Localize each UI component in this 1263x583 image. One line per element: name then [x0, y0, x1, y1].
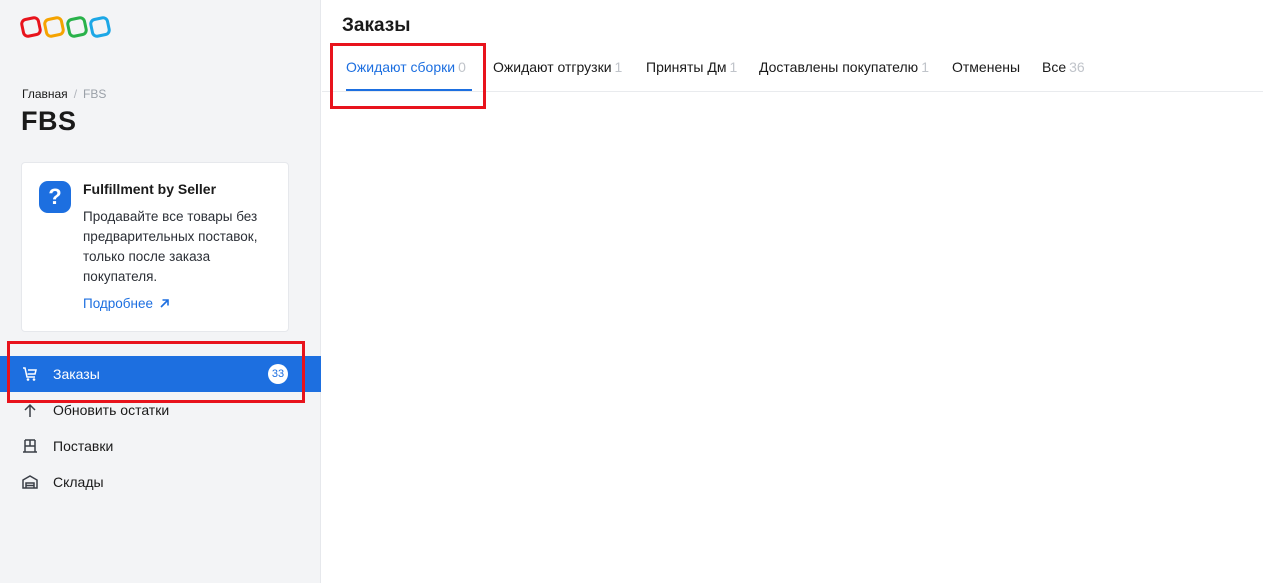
sidebar-item-update-stock[interactable]: Обновить остатки [0, 392, 321, 428]
question-icon: ? [39, 181, 71, 213]
tab-label: Ожидают сборки [346, 59, 456, 75]
logo-square-blue [88, 15, 112, 39]
breadcrumb: Главная / FBS [22, 87, 106, 101]
main-title: Заказы [342, 15, 411, 36]
breadcrumb-separator: / [73, 87, 78, 101]
tab-label: Ожидают отгрузки [493, 59, 612, 75]
tab-awaiting-assembly[interactable]: Ожидают сборки 0 [346, 59, 466, 75]
info-card: ? Fulfillment by Seller Продавайте все т… [21, 162, 289, 332]
sidebar: Главная / FBS FBS ? Fulfillment by Selle… [0, 0, 321, 583]
tab-label: Приняты Дм [646, 59, 727, 75]
breadcrumb-current: FBS [83, 87, 107, 101]
sidebar-item-supplies[interactable]: Поставки [0, 428, 321, 464]
active-tab-indicator [346, 89, 472, 91]
sidebar-item-label: Заказы [53, 366, 100, 382]
tab-count: 1 [729, 59, 738, 75]
sidebar-item-label: Обновить остатки [53, 402, 170, 418]
info-card-title: Fulfillment by Seller [83, 181, 217, 197]
shelf-icon [21, 437, 39, 455]
info-card-text: Продавайте все товары без предварительны… [83, 209, 258, 284]
logo-square-yellow [42, 15, 66, 39]
tab-delivered[interactable]: Доставлены покупателю 1 [759, 59, 929, 75]
tab-label: Доставлены покупателю [759, 59, 919, 75]
sidebar-item-warehouses[interactable]: Склады [0, 464, 321, 500]
tab-count: 36 [1069, 59, 1085, 75]
app: Главная / FBS FBS ? Fulfillment by Selle… [0, 0, 1263, 583]
page-title: FBS [21, 106, 77, 136]
logo-square-green [65, 15, 89, 39]
sidebar-item-label: Поставки [53, 438, 114, 454]
orders-count-badge: 33 [268, 364, 288, 384]
sidebar-item-label: Склады [53, 474, 104, 490]
cart-icon [21, 365, 39, 383]
sidebar-nav: Заказы 33 Обновить остатки Поставки Скла… [0, 356, 321, 500]
tab-accepted[interactable]: Приняты Дм 1 [646, 59, 737, 75]
logo-square-red [19, 15, 43, 39]
tab-count: 1 [614, 59, 623, 75]
order-status-tabs: Ожидают сборки 0 Ожидают отгрузки 1 Принят… [322, 54, 1263, 92]
tab-label: Отменены [952, 59, 1021, 75]
warehouse-icon [21, 473, 39, 491]
tab-cancelled[interactable]: Отменены [952, 59, 1023, 75]
breadcrumb-home[interactable]: Главная [22, 87, 68, 101]
arrow-up-right-icon [160, 299, 169, 308]
tab-count: 1 [921, 59, 929, 75]
tab-count: 0 [458, 59, 466, 75]
arrow-up-icon [21, 401, 39, 419]
tab-label: Все [1042, 59, 1067, 75]
more-link[interactable]: Подробнее [83, 296, 170, 311]
app-logo[interactable] [19, 15, 112, 39]
tab-awaiting-shipment[interactable]: Ожидают отгрузки 1 [493, 59, 622, 75]
more-link-label: Подробнее [83, 296, 154, 311]
tab-all[interactable]: Все 36 [1042, 59, 1085, 75]
sidebar-item-orders[interactable]: Заказы 33 [0, 356, 321, 392]
